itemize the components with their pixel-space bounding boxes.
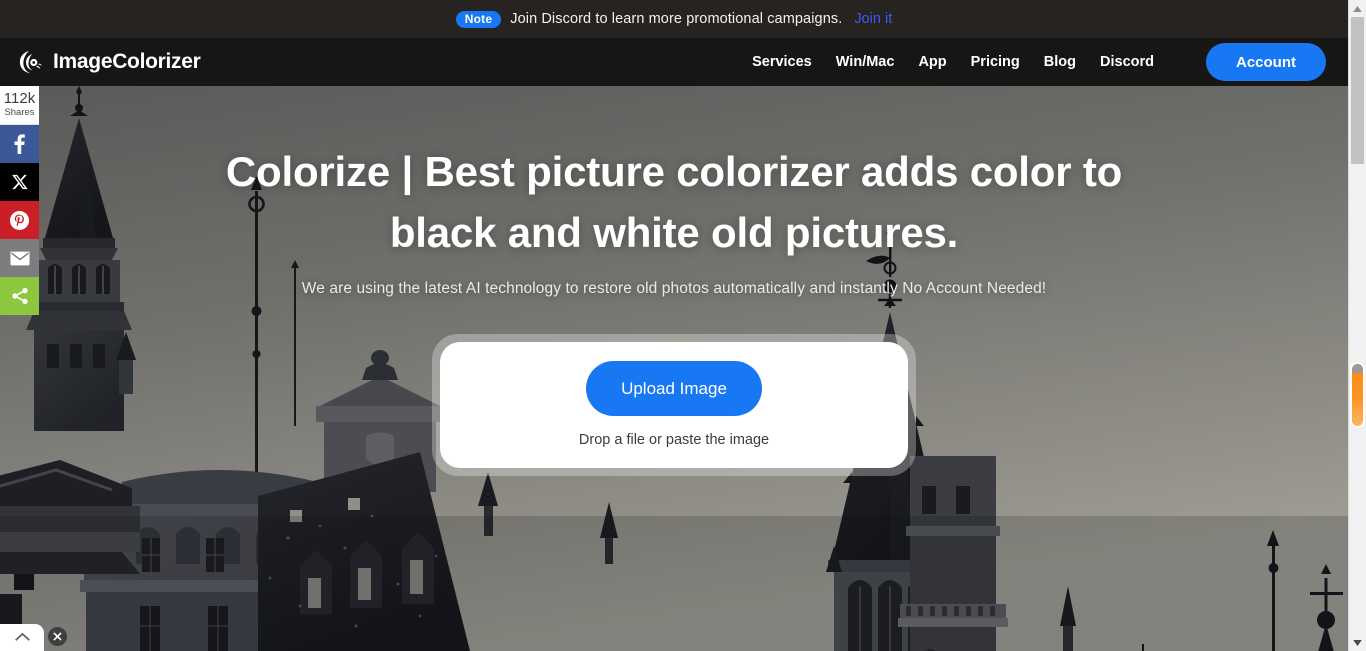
x-twitter-icon — [11, 174, 28, 190]
scroll-position-marker[interactable] — [1352, 364, 1363, 426]
pinterest-icon — [10, 210, 29, 230]
hero-title: Colorize | Best picture colorizer adds c… — [225, 148, 1123, 256]
nav-item-app[interactable]: App — [918, 54, 946, 70]
primary-nav: Services Win/Mac App Pricing Blog Discor… — [752, 43, 1326, 81]
share-button-facebook[interactable] — [0, 125, 39, 164]
vertical-scrollbar[interactable] — [1348, 0, 1366, 651]
share-count-label: Shares — [4, 106, 35, 118]
upload-image-button[interactable]: Upload Image — [586, 361, 762, 417]
scroll-up-arrow-icon[interactable] — [1349, 0, 1366, 17]
close-x-icon — [53, 628, 62, 646]
brand-logo-link[interactable]: ImageColorizer — [18, 49, 201, 75]
site-header: ImageColorizer Services Win/Mac App Pric… — [0, 38, 1348, 86]
email-icon — [9, 251, 30, 266]
close-widget-button[interactable] — [48, 627, 67, 646]
nav-item-discord[interactable]: Discord — [1100, 54, 1154, 70]
hero-section: Colorize | Best picture colorizer adds c… — [0, 86, 1348, 651]
share-button-more[interactable] — [0, 277, 39, 316]
promo-notice-bar: Note Join Discord to learn more promotio… — [0, 0, 1348, 38]
account-button[interactable]: Account — [1206, 43, 1326, 81]
notice-text: Join Discord to learn more promotional c… — [510, 11, 843, 27]
upload-hint-text: Drop a file or paste the image — [578, 432, 770, 449]
share-rail: 112k Shares — [0, 86, 39, 316]
page-content: Note Join Discord to learn more promotio… — [0, 0, 1348, 651]
share-button-x[interactable] — [0, 163, 39, 202]
share-count: 112k Shares — [0, 86, 39, 126]
hero-content: Colorize | Best picture colorizer adds c… — [0, 86, 1348, 476]
upload-dropzone[interactable]: Upload Image Drop a file or paste the im… — [432, 333, 916, 476]
scrollbar-thumb[interactable] — [1351, 17, 1364, 164]
hero-subtitle: We are using the latest AI technology to… — [301, 279, 1047, 297]
chevron-up-icon — [14, 629, 31, 647]
share-nodes-icon — [11, 287, 29, 305]
nav-item-winmac[interactable]: Win/Mac — [836, 54, 895, 70]
join-it-link[interactable]: Join it — [854, 11, 892, 27]
share-count-number: 112k — [3, 90, 36, 107]
swirl-logo-icon — [18, 49, 44, 75]
share-button-email[interactable] — [0, 239, 39, 278]
share-button-pinterest[interactable] — [0, 201, 39, 240]
nav-item-blog[interactable]: Blog — [1044, 54, 1076, 70]
upload-card[interactable]: Upload Image Drop a file or paste the im… — [440, 341, 908, 468]
note-badge: Note — [455, 10, 502, 28]
facebook-icon — [14, 134, 25, 155]
scroll-down-arrow-icon[interactable] — [1349, 634, 1366, 651]
brand-name: ImageColorizer — [53, 50, 201, 73]
browser-viewport: Note Join Discord to learn more promotio… — [0, 0, 1366, 651]
expand-panel-tab[interactable] — [0, 624, 44, 651]
nav-item-pricing[interactable]: Pricing — [971, 54, 1020, 70]
nav-item-services[interactable]: Services — [752, 54, 812, 70]
